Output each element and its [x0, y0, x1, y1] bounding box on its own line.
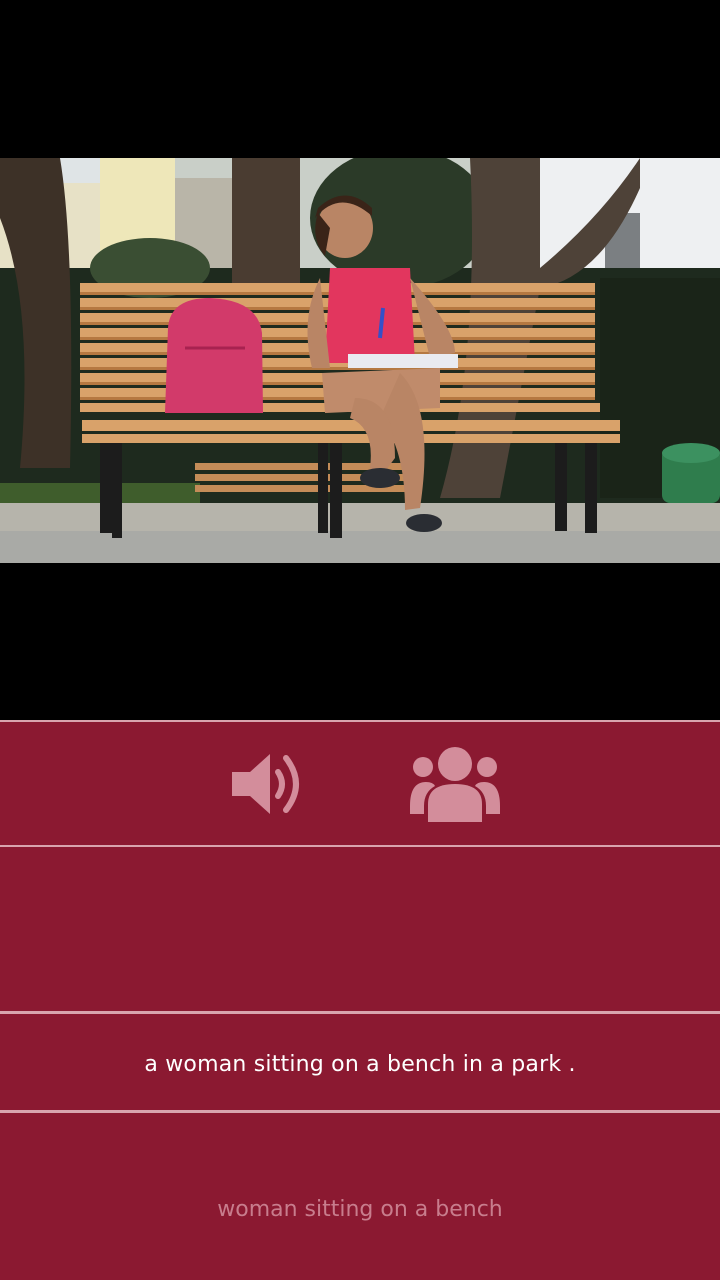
divider-controls	[0, 845, 720, 847]
scene-illustration	[0, 158, 720, 563]
divider-caption-bottom	[0, 1110, 720, 1113]
divider-caption-top	[0, 1011, 720, 1014]
reference-caption: woman sitting on a bench	[217, 1196, 503, 1222]
people-icon[interactable]	[408, 744, 502, 824]
scene-photo	[0, 158, 720, 563]
generated-caption: a woman sitting on a bench in a park .	[144, 1051, 576, 1077]
video-area	[0, 0, 720, 720]
speaker-icon[interactable]	[230, 748, 306, 820]
audio-controls	[0, 722, 720, 845]
